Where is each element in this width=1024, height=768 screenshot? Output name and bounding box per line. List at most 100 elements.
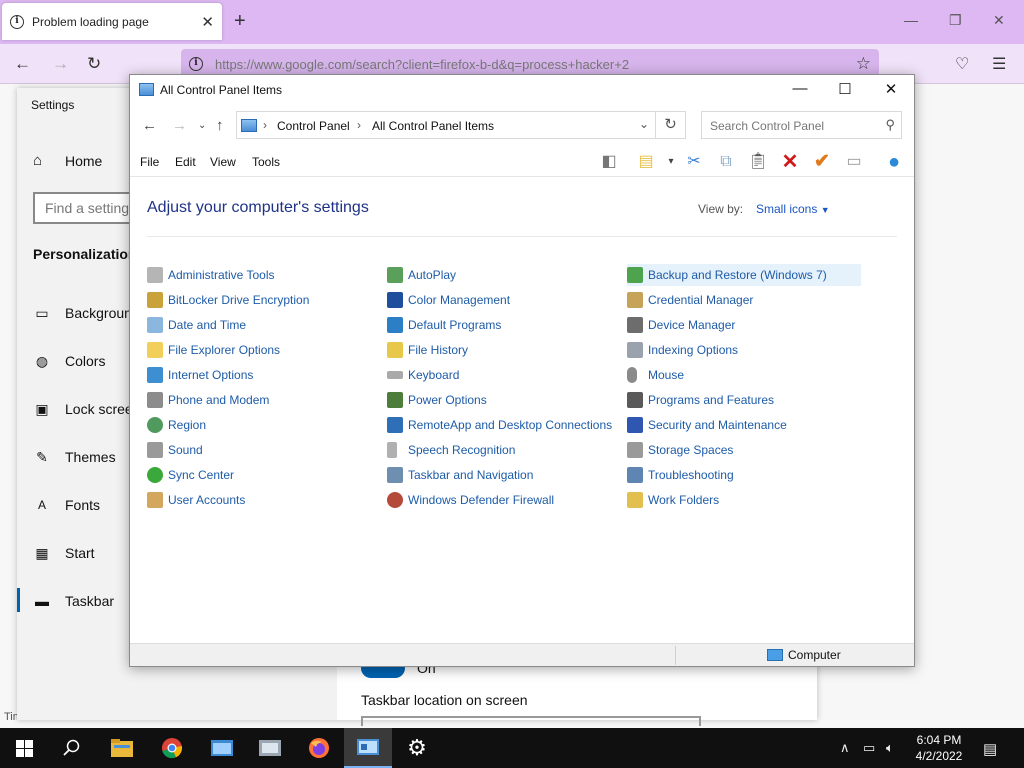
- cp-item-date-time[interactable]: Date and Time: [147, 314, 246, 336]
- globe-icon[interactable]: ●: [883, 151, 905, 173]
- settings-nav-taskbar[interactable]: ▬ Taskbar: [33, 589, 114, 613]
- folder-properties-icon[interactable]: ▤: [635, 151, 657, 173]
- cp-item-administrative-tools[interactable]: Administrative Tools: [147, 264, 275, 286]
- reload-icon[interactable]: ↻: [87, 54, 101, 74]
- cp-item-programs-features[interactable]: Programs and Features: [627, 389, 774, 411]
- chrome-button[interactable]: [148, 728, 196, 768]
- cp-item-credential-manager[interactable]: Credential Manager: [627, 289, 753, 311]
- cp-maximize-icon[interactable]: ☐: [835, 80, 855, 98]
- taskbar-app-button[interactable]: [198, 728, 246, 768]
- settings-nav-themes[interactable]: ✎ Themes: [33, 445, 115, 469]
- properties-icon[interactable]: ▭: [843, 151, 865, 173]
- cp-forward-icon[interactable]: →: [172, 117, 187, 134]
- cp-item-default-programs[interactable]: Default Programs: [387, 314, 501, 336]
- cut-icon[interactable]: ✂: [683, 151, 705, 173]
- minimize-icon[interactable]: —: [904, 12, 918, 28]
- breadcrumb-separator-icon[interactable]: ›: [263, 118, 267, 132]
- search-icon[interactable]: ⚲: [885, 117, 895, 133]
- cp-item-file-history[interactable]: File History: [387, 339, 468, 361]
- cp-item-device-manager[interactable]: Device Manager: [627, 314, 735, 336]
- file-explorer-button[interactable]: [98, 728, 146, 768]
- taskbar-search-button[interactable]: [48, 728, 96, 768]
- cp-back-icon[interactable]: ←: [142, 117, 157, 134]
- item-label: Troubleshooting: [648, 468, 734, 482]
- cp-item-power-options[interactable]: Power Options: [387, 389, 487, 411]
- menu-icon[interactable]: ☰: [992, 54, 1006, 74]
- cp-item-autoplay[interactable]: AutoPlay: [387, 264, 456, 286]
- pocket-icon[interactable]: ♡: [955, 54, 969, 74]
- cp-item-region[interactable]: Region: [147, 414, 206, 436]
- cp-item-color-management[interactable]: Color Management: [387, 289, 510, 311]
- site-info-icon[interactable]: i: [189, 57, 203, 71]
- cp-item-file-explorer-options[interactable]: File Explorer Options: [147, 339, 280, 361]
- cp-address-bar[interactable]: › Control Panel › All Control Panel Item…: [236, 111, 656, 139]
- cp-item-sync-center[interactable]: Sync Center: [147, 464, 234, 486]
- settings-home[interactable]: ⌂ Home: [33, 152, 102, 169]
- menu-view[interactable]: View: [210, 155, 236, 169]
- cp-item-speech-recognition[interactable]: Speech Recognition: [387, 439, 515, 461]
- cp-item-mouse[interactable]: Mouse: [627, 364, 684, 386]
- cp-item-phone-modem[interactable]: Phone and Modem: [147, 389, 269, 411]
- breadcrumb-all-items[interactable]: All Control Panel Items: [372, 119, 494, 133]
- network-icon[interactable]: ▭: [863, 740, 875, 756]
- cp-close-icon[interactable]: ✕: [881, 80, 901, 98]
- start-button[interactable]: [0, 728, 48, 768]
- cp-minimize-icon[interactable]: —: [790, 80, 810, 97]
- preview-pane-icon[interactable]: ◧: [598, 151, 620, 173]
- cp-item-defender-firewall[interactable]: Windows Defender Firewall: [387, 489, 554, 511]
- taskbar-location-dropdown[interactable]: [361, 716, 701, 726]
- cp-item-work-folders[interactable]: Work Folders: [627, 489, 719, 511]
- menu-tools[interactable]: Tools: [252, 155, 280, 169]
- back-icon[interactable]: ←: [14, 54, 31, 74]
- menu-file[interactable]: File: [140, 155, 159, 169]
- cp-item-keyboard[interactable]: Keyboard: [387, 364, 459, 386]
- menu-edit[interactable]: Edit: [175, 155, 196, 169]
- copy-icon[interactable]: ⧉: [715, 151, 737, 173]
- view-by-dropdown[interactable]: Small icons ▼: [756, 202, 830, 216]
- bookmark-star-icon[interactable]: ☆: [856, 54, 871, 74]
- control-panel-taskbar-button[interactable]: [344, 728, 392, 768]
- breadcrumb-separator-icon[interactable]: ›: [357, 118, 361, 132]
- url-text[interactable]: https://www.google.com/search?client=fir…: [215, 57, 629, 72]
- cp-item-bitlocker[interactable]: BitLocker Drive Encryption: [147, 289, 309, 311]
- cp-item-taskbar-navigation[interactable]: Taskbar and Navigation: [387, 464, 533, 486]
- checkmark-icon[interactable]: ✔: [811, 151, 833, 173]
- clock[interactable]: 6:04 PM 4/2/2022: [908, 732, 970, 764]
- browser-tab[interactable]: i Problem loading page ✕: [2, 3, 222, 40]
- settings-nav-colors[interactable]: ◍ Colors: [33, 349, 106, 373]
- recent-locations-icon[interactable]: ⌄: [198, 120, 206, 131]
- cp-item-troubleshooting[interactable]: Troubleshooting: [627, 464, 734, 486]
- cp-item-internet-options[interactable]: Internet Options: [147, 364, 253, 386]
- restore-icon[interactable]: ❐: [949, 12, 962, 29]
- toolbar-dropdown-icon[interactable]: ▾: [660, 151, 682, 173]
- delete-icon[interactable]: ✕: [779, 151, 801, 173]
- taskbar-app-button[interactable]: [246, 728, 294, 768]
- close-window-icon[interactable]: ✕: [993, 12, 1005, 29]
- cp-item-storage-spaces[interactable]: Storage Spaces: [627, 439, 733, 461]
- volume-icon[interactable]: 🔈︎: [886, 740, 894, 756]
- cp-item-security-maintenance[interactable]: Security and Maintenance: [627, 414, 787, 436]
- firefox-button[interactable]: [295, 728, 343, 768]
- paste-icon[interactable]: 📋︎: [747, 151, 769, 173]
- cp-item-indexing-options[interactable]: Indexing Options: [627, 339, 738, 361]
- cp-item-remoteapp[interactable]: RemoteApp and Desktop Connections: [387, 414, 612, 436]
- control-panel-icon: [357, 739, 379, 755]
- settings-nav-fonts[interactable]: A Fonts: [33, 493, 100, 517]
- notifications-icon[interactable]: ▤: [983, 740, 997, 758]
- cp-item-sound[interactable]: Sound: [147, 439, 203, 461]
- cp-search-input[interactable]: Search Control Panel ⚲: [701, 111, 902, 139]
- forward-icon[interactable]: →: [52, 54, 69, 74]
- show-hidden-icons-icon[interactable]: ∧: [840, 740, 850, 756]
- settings-nav-background[interactable]: ▭ Background: [33, 301, 139, 325]
- cp-up-icon[interactable]: ↑: [216, 117, 224, 134]
- cp-refresh-icon[interactable]: ↻: [656, 111, 686, 139]
- new-tab-button[interactable]: +: [234, 10, 246, 32]
- address-dropdown-icon[interactable]: ⌄: [639, 117, 649, 131]
- settings-taskbar-button[interactable]: ⚙: [393, 728, 441, 768]
- cp-item-backup-restore[interactable]: Backup and Restore (Windows 7): [627, 264, 861, 286]
- tab-close-icon[interactable]: ✕: [201, 13, 214, 31]
- breadcrumb-control-panel[interactable]: Control Panel: [277, 119, 350, 133]
- settings-nav-start[interactable]: ▦ Start: [33, 541, 94, 565]
- settings-nav-lock-screen[interactable]: ▣ Lock screen: [33, 397, 140, 421]
- cp-item-user-accounts[interactable]: User Accounts: [147, 489, 245, 511]
